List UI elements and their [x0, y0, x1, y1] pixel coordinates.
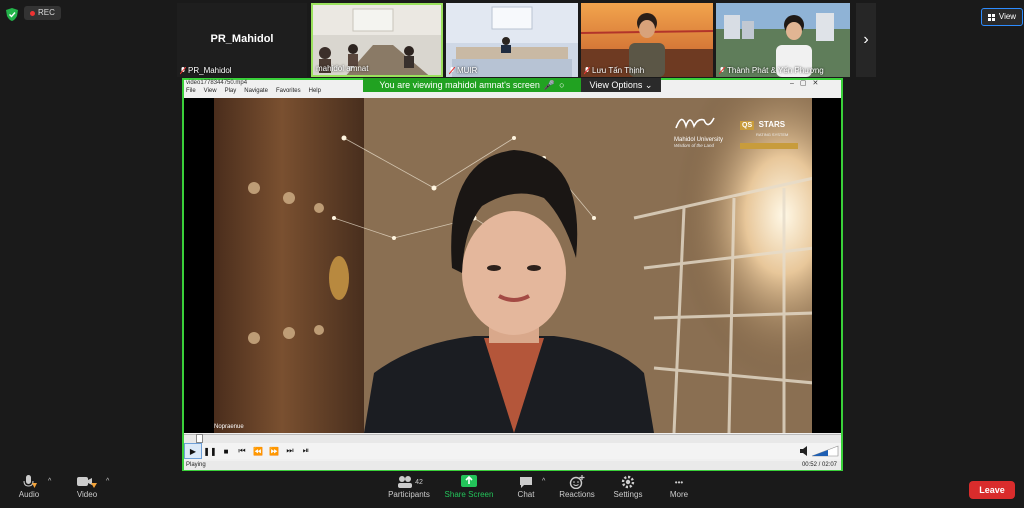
next-page-arrow-icon[interactable]: › [856, 3, 876, 77]
step-forward-icon[interactable]: ⏯ [298, 444, 314, 458]
participant-name: mahidol amnat [316, 64, 369, 73]
seek-bar[interactable] [184, 434, 841, 443]
participant-tile-thanh-phat-yen-phuong[interactable]: Thành Phát & Yến Phương [716, 3, 850, 77]
chevron-down-icon: ⌄ [644, 80, 653, 90]
share-screen-button[interactable]: Share Screen [444, 474, 494, 499]
participant-tile-muir[interactable]: MUIR [446, 3, 578, 77]
window-controls[interactable]: –▢✕ [790, 79, 824, 87]
security-shield-icon[interactable] [6, 8, 18, 21]
menu-file[interactable]: File [186, 88, 196, 97]
view-button[interactable]: View [981, 8, 1023, 26]
participant-name: Thành Phát & Yến Phương [727, 66, 824, 75]
gear-icon [621, 475, 635, 489]
chat-options-caret-icon[interactable]: ^ [542, 478, 545, 485]
participant-tile-pr-mahidol[interactable]: PR_Mahidol PR_Mahidol [177, 3, 307, 77]
mic-muted-icon [180, 66, 186, 74]
fast-forward-icon[interactable]: ⏩ [266, 444, 282, 458]
ellipsis-icon: ••• [674, 477, 684, 487]
more-label: More [669, 490, 689, 499]
rec-label: REC [38, 8, 55, 17]
stars-sub: RATING SYSTEM [756, 132, 789, 137]
more-button[interactable]: ••• More [664, 474, 694, 500]
video-button[interactable]: Video [72, 474, 102, 499]
leave-button[interactable]: Leave [969, 481, 1015, 499]
player-controls: ▶ ❚❚ ■ ⏮ ⏪ ⏩ ⏭ ⏯ [184, 443, 841, 459]
menu-play[interactable]: Play [225, 88, 237, 97]
participants-button[interactable]: 42 Participants [386, 474, 432, 499]
playback-status: Playing [186, 462, 206, 468]
participant-name: Lưu Tấn Thịnh [592, 66, 645, 75]
video-options-caret-icon[interactable]: ^ [106, 478, 109, 485]
view-options-button[interactable]: View Options ⌄ [581, 78, 661, 92]
play-icon[interactable]: ▶ [184, 443, 202, 459]
participants-count: 42 [415, 478, 423, 486]
settings-button[interactable]: Settings [610, 474, 646, 499]
participants-label: Participants [388, 490, 430, 499]
mu-script-logo-icon [675, 117, 715, 129]
participant-display-name: PR_Mahidol [210, 33, 274, 45]
mic-muted-icon [719, 66, 725, 74]
menu-navigate[interactable]: Navigate [244, 88, 268, 97]
share-screen-label: Share Screen [444, 490, 494, 499]
qs-stars-badge: QS STARS RATING SYSTEM [740, 114, 798, 149]
chat-button[interactable]: Chat [512, 474, 540, 499]
mahidol-university-logo: Mahidol University Wisdom of the Land [674, 110, 734, 148]
menu-view[interactable]: View [204, 88, 217, 97]
stars-label: STARS [758, 120, 786, 129]
chat-icon [520, 476, 532, 488]
view-label: View [998, 12, 1017, 21]
audio-button[interactable]: Audio [14, 474, 44, 499]
pause-icon[interactable]: ❚❚ [202, 444, 218, 458]
chat-label: Chat [517, 490, 535, 499]
seek-thumb[interactable] [196, 434, 203, 443]
mic-muted-icon [449, 66, 455, 74]
qs-label: QS [740, 121, 755, 130]
stop-icon[interactable]: ■ [218, 444, 234, 458]
player-status-bar: Playing 00:52 / 02:07 [184, 461, 841, 470]
smiley-add-icon [569, 475, 585, 489]
record-dot-icon [30, 10, 35, 16]
video-label: Video [76, 490, 98, 499]
microphone-icon [23, 475, 37, 488]
recording-indicator[interactable]: REC [24, 6, 61, 20]
screen-share-banner: You are viewing mahidol amnat's screen 🎤… [363, 78, 581, 92]
participant-tile-luu-tan-thinh[interactable]: Lưu Tấn Thịnh [581, 3, 713, 77]
audio-label: Audio [18, 490, 40, 499]
participant-name: MUIR [457, 66, 478, 75]
reactions-button[interactable]: Reactions [556, 474, 598, 499]
volume-icon[interactable] [798, 444, 840, 458]
stars-bar [740, 143, 798, 149]
participant-name: PR_Mahidol [188, 66, 232, 75]
status-circle-icon: ○ [559, 80, 565, 90]
rewind-icon[interactable]: ⏪ [250, 444, 266, 458]
menu-favorites[interactable]: Favorites [276, 88, 301, 97]
participant-tile-mahidol-amnat[interactable]: mahidol amnat [311, 3, 443, 77]
next-icon[interactable]: ⏭ [282, 444, 298, 458]
banner-text: You are viewing mahidol amnat's screen [379, 80, 540, 90]
menu-help[interactable]: Help [309, 88, 321, 97]
presenter-video-frame [214, 98, 812, 433]
logo-tagline: Wisdom of the Land [674, 143, 714, 148]
mic-muted-icon [584, 66, 590, 74]
settings-label: Settings [613, 490, 643, 499]
mic-icon: 🎤 [543, 80, 556, 90]
view-options-label: View Options [589, 80, 643, 90]
video-caption: Nopraenue [214, 424, 244, 430]
audio-options-caret-icon[interactable]: ^ [48, 478, 51, 485]
previous-icon[interactable]: ⏮ [234, 444, 250, 458]
reactions-label: Reactions [559, 490, 595, 499]
grid-view-icon [987, 13, 995, 21]
playback-time: 00:52 / 02:07 [801, 462, 837, 468]
camera-icon [77, 477, 97, 488]
media-player-title: video1778344750.mp4 [186, 80, 248, 86]
share-screen-icon [461, 475, 477, 487]
